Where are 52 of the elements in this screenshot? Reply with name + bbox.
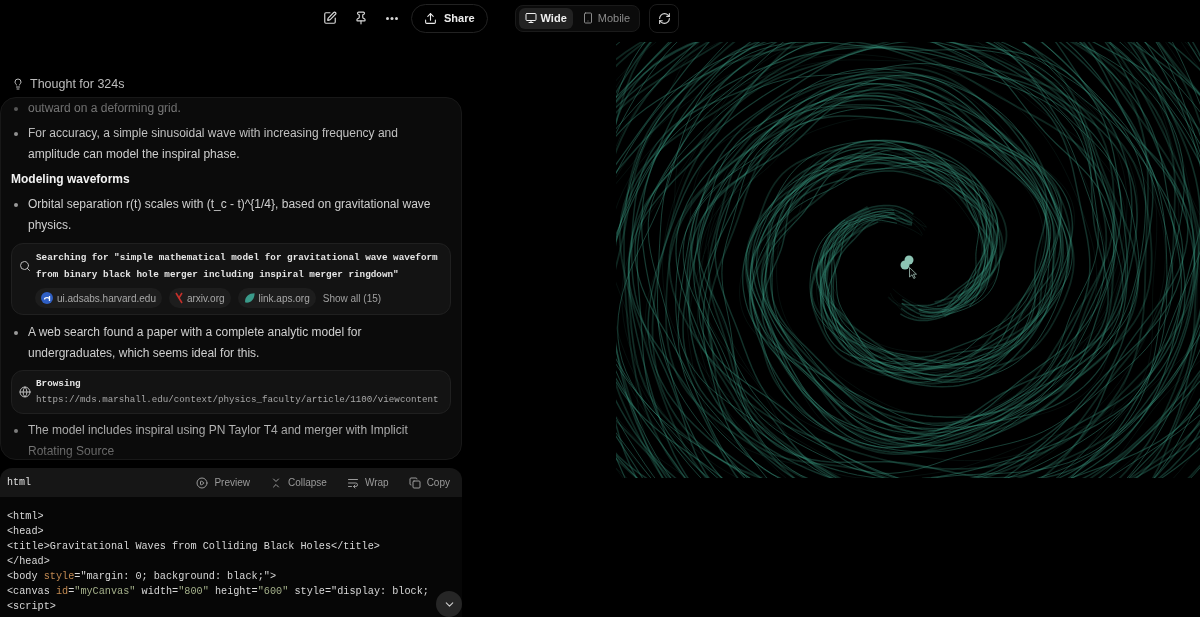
view-tab[interactable]: Wide	[518, 7, 573, 29]
browsing-url[interactable]: https://mds.marshall.edu/context/physics_faculty/article/1100/viewcontent	[36, 392, 439, 408]
code-line: <canvas id="myCanvas" width="800" height="600" style="display: block;	[7, 585, 429, 599]
collapse-icon	[270, 476, 282, 489]
bullet-text: A web search found a paper with a complete analytic model for undergraduates, which seems ideal for this.	[28, 324, 363, 362]
globe-icon	[19, 386, 31, 398]
code-line: </head>	[7, 555, 50, 569]
lightbulb-icon	[12, 78, 24, 90]
x-logo-icon	[174, 292, 183, 304]
leaf-logo-icon	[243, 293, 255, 303]
bullet-icon	[14, 429, 18, 433]
refresh-button[interactable]	[649, 3, 680, 33]
more-icon	[386, 16, 398, 20]
source-chip[interactable]: ui.adsabs.harvard.edu	[35, 288, 162, 308]
bullet-text: For accuracy, a simple sinusoidal wave with increasing frequency and amplitude can model the inspiral phase.	[28, 125, 399, 163]
show-all-link[interactable]: Show all (15)	[322, 290, 382, 306]
code-language-label: html	[7, 476, 31, 490]
section-heading: Modeling waveforms	[10, 171, 131, 188]
source-chip[interactable]: link.aps.org	[237, 288, 316, 308]
wrap-text-icon	[346, 476, 359, 489]
code-action-button[interactable]: Wrap	[346, 475, 389, 490]
code-action-button[interactable]: Copy	[408, 475, 450, 490]
code-line: <html>	[7, 510, 44, 524]
upload-icon	[424, 11, 437, 25]
monitor-icon	[524, 12, 537, 24]
source-chip[interactable]: arxiv.org	[168, 288, 231, 308]
view-tab[interactable]: Mobile	[575, 7, 637, 29]
code-line: <script>	[7, 600, 56, 614]
pencil-square-icon	[323, 11, 337, 25]
code-line: <head>	[7, 525, 44, 539]
mouse-pointer-icon	[909, 267, 917, 279]
copy-icon	[408, 476, 421, 489]
code-action-button[interactable]: Preview	[196, 475, 250, 490]
play-circle-icon	[196, 476, 209, 489]
bullet-icon	[14, 107, 18, 111]
site-logo-icon	[41, 292, 53, 304]
code-line: <body style="margin: 0; background: black;">	[7, 570, 276, 584]
refresh-icon	[657, 11, 671, 25]
search-icon	[19, 260, 31, 272]
bullet-text: The model includes inspiral using PN Taylor T4 and merger with Implicit Rotating Source	[28, 422, 409, 459]
code-action-button[interactable]: Collapse	[270, 475, 327, 490]
thought-duration[interactable]: Thought for 324s	[30, 74, 125, 94]
search-query: Searching for "simple mathematical model for gravitational wave waveform from binary black hole merger including inspiral merger ringdown"	[36, 251, 439, 282]
bullet-text: Orbital separation r(t) scales with (t_c - t)^{1/4}, based on gravitational wave physics.	[28, 196, 432, 234]
browsing-title: Browsing	[36, 377, 82, 391]
bullet-icon	[14, 132, 18, 136]
bullet-icon	[14, 203, 18, 207]
pin-icon	[354, 11, 368, 25]
phone-icon	[581, 12, 594, 24]
code-line: <title>Gravitational Waves from Colliding Black Holes</title>	[7, 540, 380, 554]
bullet-icon	[14, 331, 18, 335]
bullet-text: outward on a deforming grid.	[28, 100, 182, 117]
